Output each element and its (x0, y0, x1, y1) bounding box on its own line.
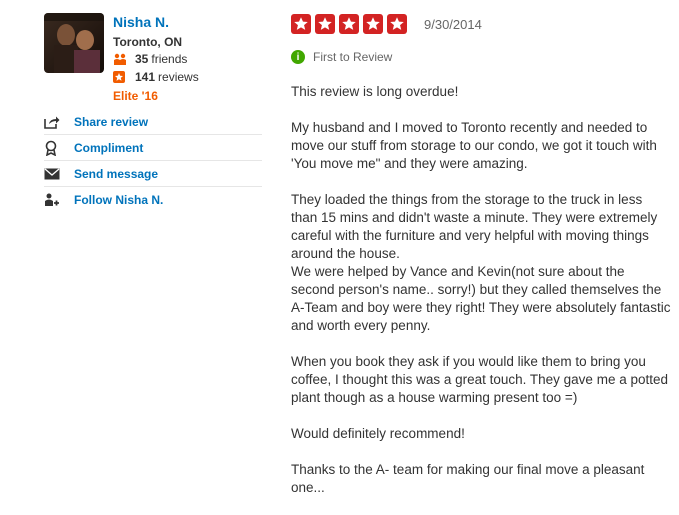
share-icon (44, 115, 74, 129)
share-review-label: Share review (74, 115, 149, 129)
review-paragraph: Thanks to the A- team for making our fin… (291, 462, 645, 495)
review-body: This review is long overdue! My husband a… (291, 83, 671, 515)
follow-user-button[interactable]: Follow Nisha N. (44, 188, 262, 212)
elite-badge[interactable]: Elite '16 (113, 89, 158, 103)
star-icon (387, 14, 407, 34)
first-to-review-label: First to Review (313, 50, 393, 64)
friends-count: 35 (135, 52, 149, 66)
reviews-count: 141 (135, 70, 156, 84)
star-icon (339, 14, 359, 34)
first-to-review-badge: i First to Review (291, 50, 392, 64)
star-icon (363, 14, 383, 34)
review-paragraph: They loaded the things from the storage … (291, 192, 671, 333)
review-date: 9/30/2014 (424, 17, 482, 32)
star-rating (291, 14, 411, 34)
compliment-icon (44, 140, 74, 156)
review-paragraph: Would definitely recommend! (291, 426, 465, 441)
friends-icon (113, 52, 129, 66)
follow-user-label: Follow Nisha N. (74, 193, 164, 207)
review-paragraph: My husband and I moved to Toronto recent… (291, 120, 657, 171)
send-message-button[interactable]: Send message (44, 162, 262, 187)
message-icon (44, 168, 74, 180)
send-message-label: Send message (74, 167, 159, 181)
user-location: Toronto, ON (113, 35, 183, 49)
review-paragraph: This review is long overdue! (291, 84, 459, 99)
star-icon (291, 14, 311, 34)
user-name[interactable]: Nisha N. (113, 14, 169, 30)
star-icon (315, 14, 335, 34)
info-icon: i (291, 50, 305, 64)
compliment-button[interactable]: Compliment (44, 136, 262, 161)
friends-label: friends (151, 52, 188, 66)
reviews-label: reviews (158, 70, 199, 84)
share-review-button[interactable]: Share review (44, 110, 262, 135)
friends-stat: 35 friends (113, 52, 187, 66)
follow-icon (44, 193, 74, 207)
compliment-label: Compliment (74, 141, 144, 155)
star-badge-icon (113, 70, 129, 84)
reviews-stat: 141 reviews (113, 70, 199, 84)
review-paragraph: When you book they ask if you would like… (291, 354, 668, 405)
avatar[interactable] (44, 13, 104, 73)
review-actions: Share review Compliment Send message Fol… (44, 110, 262, 213)
